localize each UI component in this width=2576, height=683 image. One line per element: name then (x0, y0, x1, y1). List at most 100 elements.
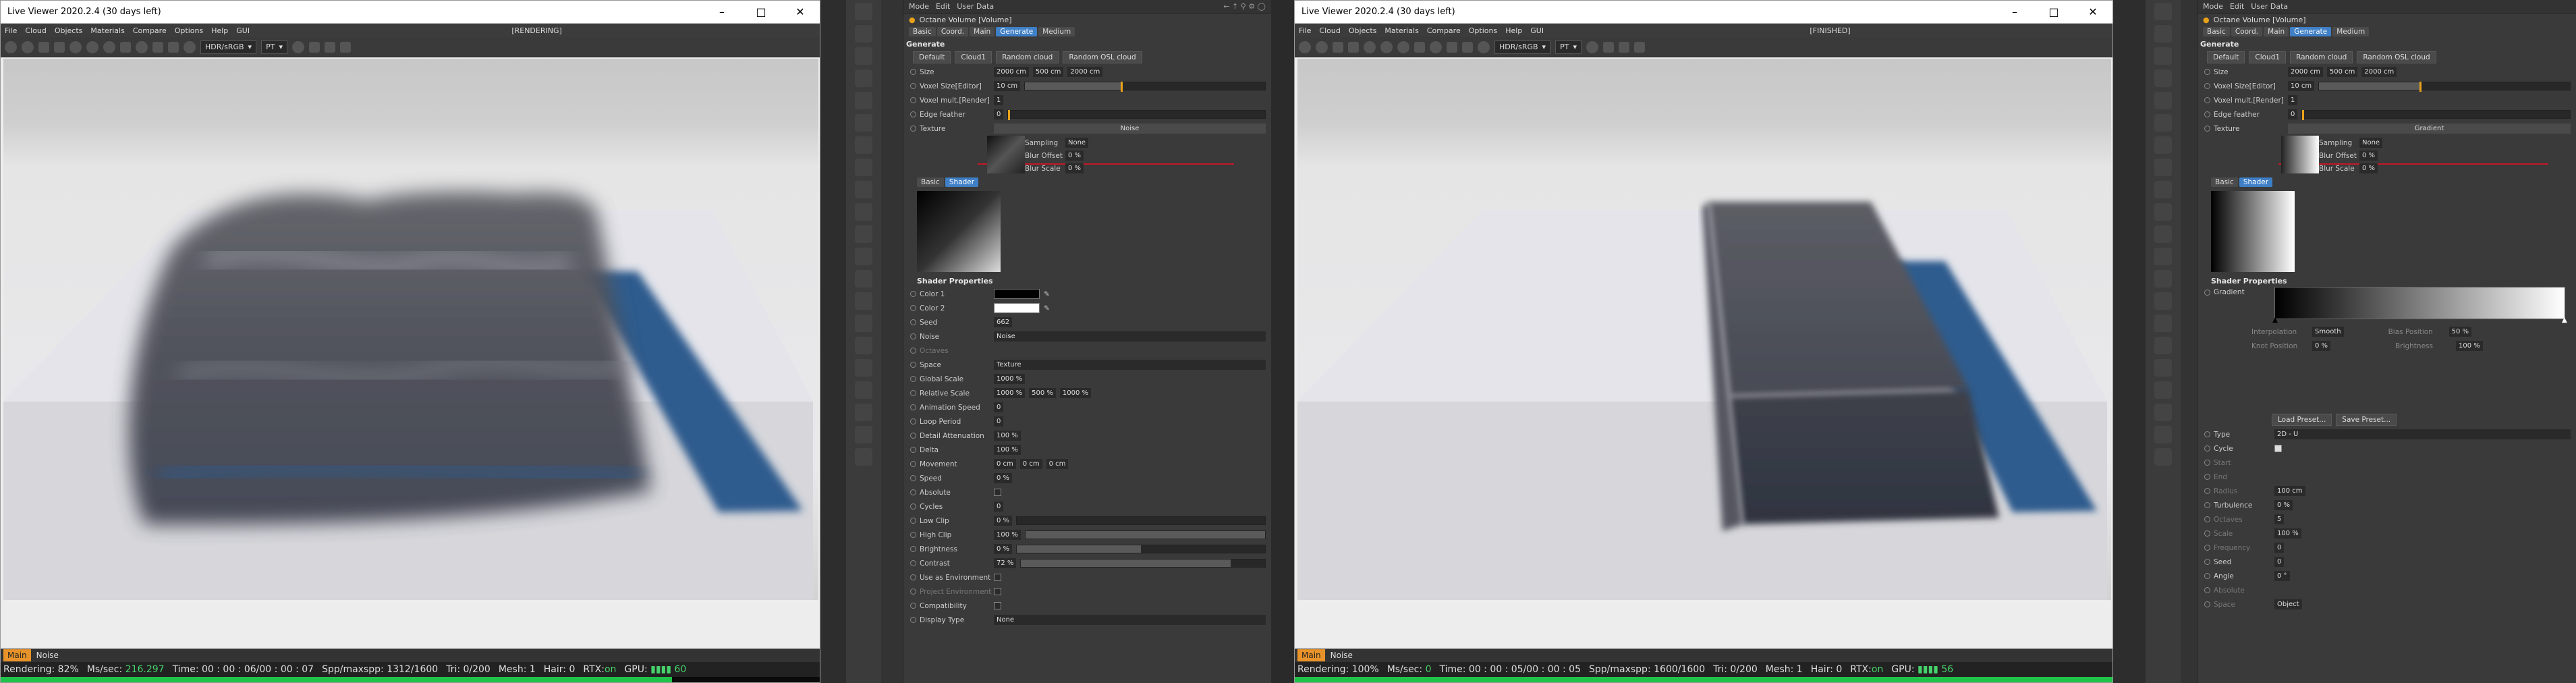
sampling-field[interactable]: None (1065, 138, 1089, 148)
z-axis-icon[interactable] (2154, 181, 2172, 198)
menu-materials[interactable]: Materials (1380, 26, 1422, 35)
anim-dot-icon[interactable] (2204, 69, 2210, 75)
anim-dot-icon[interactable] (2204, 530, 2210, 537)
texture-shader-button[interactable]: Gradient (2288, 124, 2571, 134)
render-region-icon[interactable] (2154, 225, 2172, 243)
anim-dot-icon[interactable] (2204, 545, 2210, 551)
anim-dot-icon[interactable] (910, 390, 916, 396)
render-view[interactable] (1297, 59, 2111, 600)
anim-dot-icon[interactable] (910, 546, 916, 552)
render-view-icon[interactable] (2154, 248, 2172, 265)
material-icon[interactable] (1586, 40, 1598, 53)
scale-icon[interactable] (2154, 47, 2172, 65)
move-icon[interactable] (855, 25, 872, 43)
eyedropper-icon[interactable]: ✎ (1044, 290, 1050, 298)
anim-dot-icon[interactable] (910, 475, 916, 481)
eyedropper-icon[interactable]: ✎ (1044, 304, 1050, 312)
rotate-icon[interactable] (2154, 70, 2172, 87)
size-x-field[interactable]: 2000 cm (994, 67, 1029, 77)
y-axis-icon[interactable] (2154, 159, 2172, 176)
anim-dot-icon[interactable] (910, 126, 916, 132)
subdiv-icon[interactable] (2154, 337, 2172, 354)
focus-icon[interactable] (1430, 40, 1442, 53)
anim-dot-icon[interactable] (910, 404, 916, 410)
tab-coord[interactable]: Coord. (936, 27, 969, 36)
array-icon[interactable] (855, 359, 872, 377)
layer-icon[interactable] (1602, 41, 1614, 53)
lowclip-field[interactable]: 0 % (994, 516, 1013, 526)
region-icon[interactable] (86, 40, 99, 53)
gradient-bar[interactable]: ▲ ▲ (2272, 287, 2567, 324)
camera-icon[interactable] (1618, 41, 1629, 53)
object-icon[interactable] (855, 114, 872, 132)
object-icon[interactable] (2154, 114, 2172, 132)
noise-dropdown[interactable]: Noise (994, 331, 1266, 342)
anim-speed-field[interactable]: 0 (994, 402, 1004, 412)
live-select-icon[interactable] (855, 92, 872, 109)
slider-handle[interactable] (1008, 110, 1011, 120)
gear-icon[interactable] (1299, 40, 1311, 53)
edge-feather-field[interactable]: 0 (2288, 109, 2298, 119)
subtab-shader[interactable]: Shader (2239, 177, 2273, 187)
pick-icon[interactable] (103, 40, 115, 53)
rel-scale-z-field[interactable]: 1000 % (1059, 388, 1092, 398)
cloud1-button[interactable]: Cloud1 (2249, 51, 2287, 63)
knot-field[interactable]: 0 % (2312, 341, 2331, 351)
anim-dot-icon[interactable] (2204, 431, 2210, 437)
contrast-slider[interactable] (1020, 559, 1266, 568)
restart-icon[interactable] (1316, 40, 1328, 53)
menu-gui[interactable]: GUI (1526, 26, 1548, 35)
scale-icon[interactable] (855, 47, 872, 65)
menu-materials[interactable]: Materials (86, 26, 128, 35)
space-dropdown[interactable]: Texture (994, 360, 1266, 370)
display-type-dropdown[interactable]: None (994, 615, 1266, 625)
voxel-size-slider[interactable] (1024, 82, 1266, 92)
anim-dot-icon[interactable] (910, 319, 916, 325)
anim-dot-icon[interactable] (2204, 445, 2210, 452)
voxel-mult-field[interactable]: 1 (994, 95, 1004, 105)
brightness-slider[interactable] (1016, 545, 1266, 553)
blur-offset-field[interactable]: 0 % (1065, 151, 1084, 161)
lowclip-slider[interactable] (1016, 516, 1266, 525)
color2-swatch[interactable] (994, 303, 1040, 313)
undo-icon[interactable] (855, 3, 872, 20)
menu-file[interactable]: File (1, 26, 21, 35)
focus-icon[interactable] (136, 40, 148, 53)
pen-icon[interactable] (2154, 315, 2172, 332)
close-icon[interactable]: ✕ (781, 1, 820, 23)
tab-coord[interactable]: Coord. (2231, 27, 2263, 36)
layer-icon[interactable] (308, 41, 320, 53)
render-region-icon[interactable] (855, 225, 872, 243)
random-cloud-button[interactable]: Random cloud (996, 51, 1059, 63)
highclip-field[interactable]: 100 % (994, 530, 1021, 540)
edge-feather-slider[interactable] (1007, 110, 1266, 120)
x-axis-icon[interactable] (855, 136, 872, 154)
voxel-size-field[interactable]: 10 cm (994, 81, 1021, 91)
type-dropdown[interactable]: 2D - U (2274, 429, 2571, 439)
floor-icon[interactable] (2154, 404, 2172, 421)
anim-dot-icon[interactable] (910, 617, 916, 623)
rel-scale-y-field[interactable]: 500 % (1029, 388, 1056, 398)
lens-icon[interactable] (1414, 41, 1425, 53)
light-icon[interactable] (855, 448, 872, 466)
colorspace-dropdown[interactable]: HDR/sRGB ▾ (200, 40, 257, 54)
anim-dot-icon[interactable] (910, 333, 916, 339)
space-field[interactable]: Object (2274, 599, 2302, 609)
edge-feather-field[interactable]: 0 (994, 109, 1004, 119)
x-axis-icon[interactable] (2154, 136, 2172, 154)
menu-compare[interactable]: Compare (129, 26, 171, 35)
random-osl-cloud-button[interactable]: Random OSL cloud (2357, 51, 2436, 63)
anim-dot-icon[interactable] (2204, 460, 2210, 466)
render-view[interactable] (3, 59, 818, 600)
light-icon[interactable] (339, 41, 351, 53)
tab-main[interactable]: Main (970, 27, 995, 36)
menu-cloud[interactable]: Cloud (1315, 26, 1344, 35)
anim-dot-icon[interactable] (910, 574, 916, 580)
loop-period-field[interactable]: 0 (994, 416, 1004, 427)
knot-left-icon[interactable]: ▲ (2272, 316, 2278, 324)
anim-dot-icon[interactable] (910, 305, 916, 311)
pause-icon[interactable] (1333, 41, 1343, 53)
menu-options[interactable]: Options (171, 26, 207, 35)
minimize-icon[interactable]: – (702, 1, 741, 23)
menu-gui[interactable]: GUI (232, 26, 254, 35)
